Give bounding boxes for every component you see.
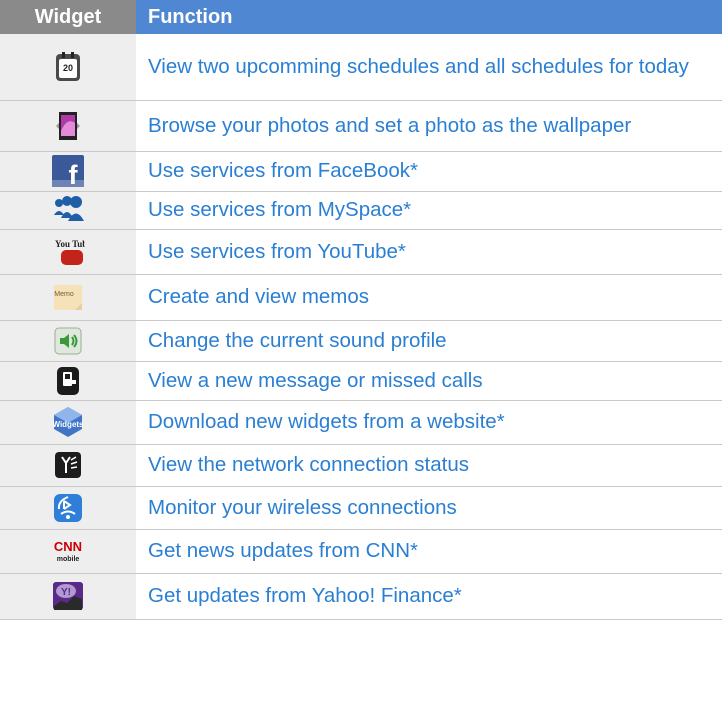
icon-cell [0,320,136,362]
icon-cell: CNN mobile [0,529,136,574]
function-text: View two upcomming schedules and all sch… [136,34,722,101]
calendar-icon-text: 20 [63,63,73,73]
table-row: Use services from MySpace* [0,191,722,230]
icon-cell: 20 [0,34,136,101]
speaker-icon [51,324,85,358]
function-text: Browse your photos and set a photo as th… [136,100,722,152]
table-row: Memo Create and view memos [0,274,722,321]
widget-column-header: Widget [0,0,136,34]
table-row: You Tube Use services from YouTube* [0,229,722,275]
calendar-icon: 20 [51,50,85,84]
network-signal-icon [51,448,85,482]
facebook-icon: f [51,154,85,188]
function-text: Download new widgets from a website* [136,400,722,445]
yahoo-icon-text: Y! [61,587,71,598]
function-text: Get updates from Yahoo! Finance* [136,573,722,620]
header-row: Widget Function [0,0,722,34]
table-row: Browse your photos and set a photo as th… [0,100,722,152]
icon-cell [0,486,136,530]
icon-cell: Memo [0,274,136,321]
icon-cell [0,361,136,401]
photo-frame-icon [51,109,85,143]
icon-cell [0,444,136,487]
facebook-icon-text: f [69,160,79,188]
function-text: View the network connection status [136,444,722,487]
yahoo-finance-icon: Y! [51,579,85,613]
table-row: Monitor your wireless connections [0,486,722,530]
phone-message-icon [51,364,85,398]
cnn-icon: CNN mobile [51,534,85,568]
function-text: View a new message or missed calls [136,361,722,401]
function-text: Create and view memos [136,274,722,321]
memo-icon: Memo [51,280,85,314]
function-text: Change the current sound profile [136,320,722,362]
icon-cell: Widgets [0,400,136,445]
icon-cell: Y! [0,573,136,620]
bluetooth-wifi-icon [51,491,85,525]
icon-cell: You Tube [0,229,136,275]
widgets-download-icon: Widgets [51,405,85,439]
icon-cell: f [0,151,136,192]
icon-cell [0,191,136,230]
table-row: View the network connection status [0,444,722,487]
table-row: f Use services from FaceBook* [0,151,722,192]
table-row: Y! Get updates from Yahoo! Finance* [0,573,722,620]
function-text: Use services from FaceBook* [136,151,722,192]
widget-table: Widget Function 20 View two upcomming sc… [0,0,722,620]
youtube-icon-text: You Tube [55,239,85,249]
memo-icon-text: Memo [54,291,74,298]
svg-text:mobile: mobile [57,556,80,563]
table-row: Widgets Download new widgets from a webs… [0,400,722,445]
youtube-icon: You Tube [51,235,85,269]
table-row: Change the current sound profile [0,320,722,362]
function-text: Monitor your wireless connections [136,486,722,530]
table-row: 20 View two upcomming schedules and all … [0,34,722,101]
function-text: Use services from MySpace* [136,191,722,230]
function-text: Use services from YouTube* [136,229,722,275]
table-row: View a new message or missed calls [0,361,722,401]
svg-text:CNN: CNN [54,539,82,554]
icon-cell [0,100,136,152]
function-text: Get news updates from CNN* [136,529,722,574]
widgets-icon-text: Widgets [52,420,84,429]
table-row: CNN mobile Get news updates from CNN* [0,529,722,574]
function-column-header: Function [136,0,722,34]
myspace-icon [51,193,85,227]
